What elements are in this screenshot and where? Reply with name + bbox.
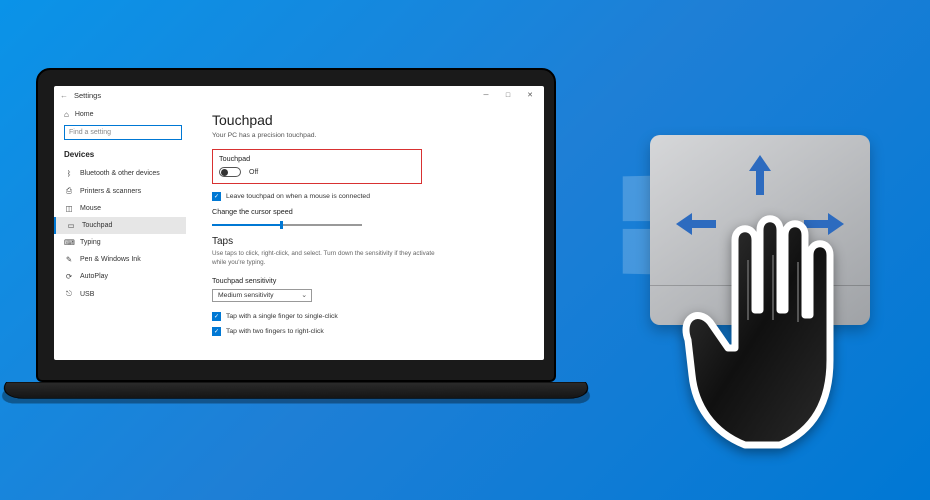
titlebar: ← Settings ─ □ ✕ (54, 86, 544, 104)
sidebar-item-touchpad[interactable]: ▭ Touchpad (54, 217, 186, 234)
touchpad-toggle[interactable] (219, 167, 241, 177)
printer-icon: ⎙ (64, 186, 74, 196)
sidebar-item-label: Bluetooth & other devices (80, 170, 160, 177)
sensitivity-select[interactable]: Medium sensitivity (212, 289, 312, 302)
taps-heading: Taps (212, 236, 530, 247)
settings-window: ← Settings ─ □ ✕ ⌂ Home Find a setting D… (54, 86, 544, 360)
laptop-frame: ← Settings ─ □ ✕ ⌂ Home Find a setting D… (36, 68, 556, 410)
leave-on-checkbox-row[interactable]: ✓ Leave touchpad on when a mouse is conn… (212, 192, 530, 201)
sidebar-item-label: Pen & Windows Ink (80, 256, 141, 263)
sidebar-item-printers[interactable]: ⎙ Printers & scanners (64, 182, 186, 200)
page-subtitle: Your PC has a precision touchpad. (212, 132, 530, 139)
maximize-button[interactable]: □ (500, 92, 516, 99)
minimize-button[interactable]: ─ (478, 92, 494, 99)
sidebar-item-label: Printers & scanners (80, 188, 141, 195)
sidebar-category: Devices (64, 150, 186, 159)
sidebar-home[interactable]: ⌂ Home (64, 110, 186, 119)
checkbox-icon: ✓ (212, 312, 221, 321)
tap-two-checkbox-row[interactable]: ✓ Tap with two fingers to right-click (212, 327, 530, 336)
sidebar-item-label: Mouse (80, 205, 101, 212)
typing-icon: ⌨ (64, 238, 74, 247)
home-label: Home (75, 111, 94, 118)
hand-icon (650, 200, 890, 460)
search-input[interactable]: Find a setting (64, 125, 182, 140)
sidebar-item-label: USB (80, 291, 94, 298)
sensitivity-label: Touchpad sensitivity (212, 276, 530, 285)
touchpad-icon: ▭ (66, 221, 76, 230)
checkbox-icon: ✓ (212, 192, 221, 201)
sidebar: ⌂ Home Find a setting Devices ᛒ Bluetoot… (54, 104, 194, 360)
usb-icon: ⎋ (64, 289, 74, 299)
sidebar-item-label: AutoPlay (80, 273, 108, 280)
back-icon[interactable]: ← (60, 91, 68, 100)
sensitivity-value: Medium sensitivity (218, 292, 274, 299)
sidebar-item-typing[interactable]: ⌨ Typing (64, 234, 186, 251)
sidebar-item-autoplay[interactable]: ⟳ AutoPlay (64, 268, 186, 285)
sidebar-item-label: Touchpad (82, 222, 112, 229)
page-title: Touchpad (212, 112, 530, 128)
main-panel: Touchpad Your PC has a precision touchpa… (194, 104, 544, 360)
close-button[interactable]: ✕ (522, 91, 538, 99)
sidebar-item-label: Typing (80, 239, 101, 246)
cursor-speed-label: Change the cursor speed (212, 207, 530, 216)
autoplay-icon: ⟳ (64, 272, 74, 281)
search-placeholder: Find a setting (69, 129, 111, 136)
window-title: Settings (74, 91, 101, 100)
touchpad-toggle-highlight: Touchpad Off (212, 149, 422, 184)
arrow-up-icon (749, 155, 771, 195)
bluetooth-icon: ᛒ (64, 169, 74, 178)
sidebar-item-mouse[interactable]: ◫ Mouse (64, 200, 186, 217)
cursor-speed-slider[interactable] (212, 224, 362, 226)
sidebar-item-usb[interactable]: ⎋ USB (64, 285, 186, 303)
tap-single-label: Tap with a single finger to single-click (226, 313, 338, 320)
leave-on-label: Leave touchpad on when a mouse is connec… (226, 193, 370, 200)
taps-help: Use taps to click, right-click, and sele… (212, 250, 442, 268)
home-icon: ⌂ (64, 110, 69, 119)
mouse-icon: ◫ (64, 204, 74, 213)
tap-two-label: Tap with two fingers to right-click (226, 328, 324, 335)
toggle-section-label: Touchpad (219, 154, 415, 163)
toggle-state: Off (249, 169, 258, 176)
sidebar-item-pen[interactable]: ✎ Pen & Windows Ink (64, 251, 186, 268)
tap-single-checkbox-row[interactable]: ✓ Tap with a single finger to single-cli… (212, 312, 530, 321)
checkbox-icon: ✓ (212, 327, 221, 336)
sidebar-item-bluetooth[interactable]: ᛒ Bluetooth & other devices (64, 165, 186, 182)
pen-icon: ✎ (64, 255, 74, 264)
